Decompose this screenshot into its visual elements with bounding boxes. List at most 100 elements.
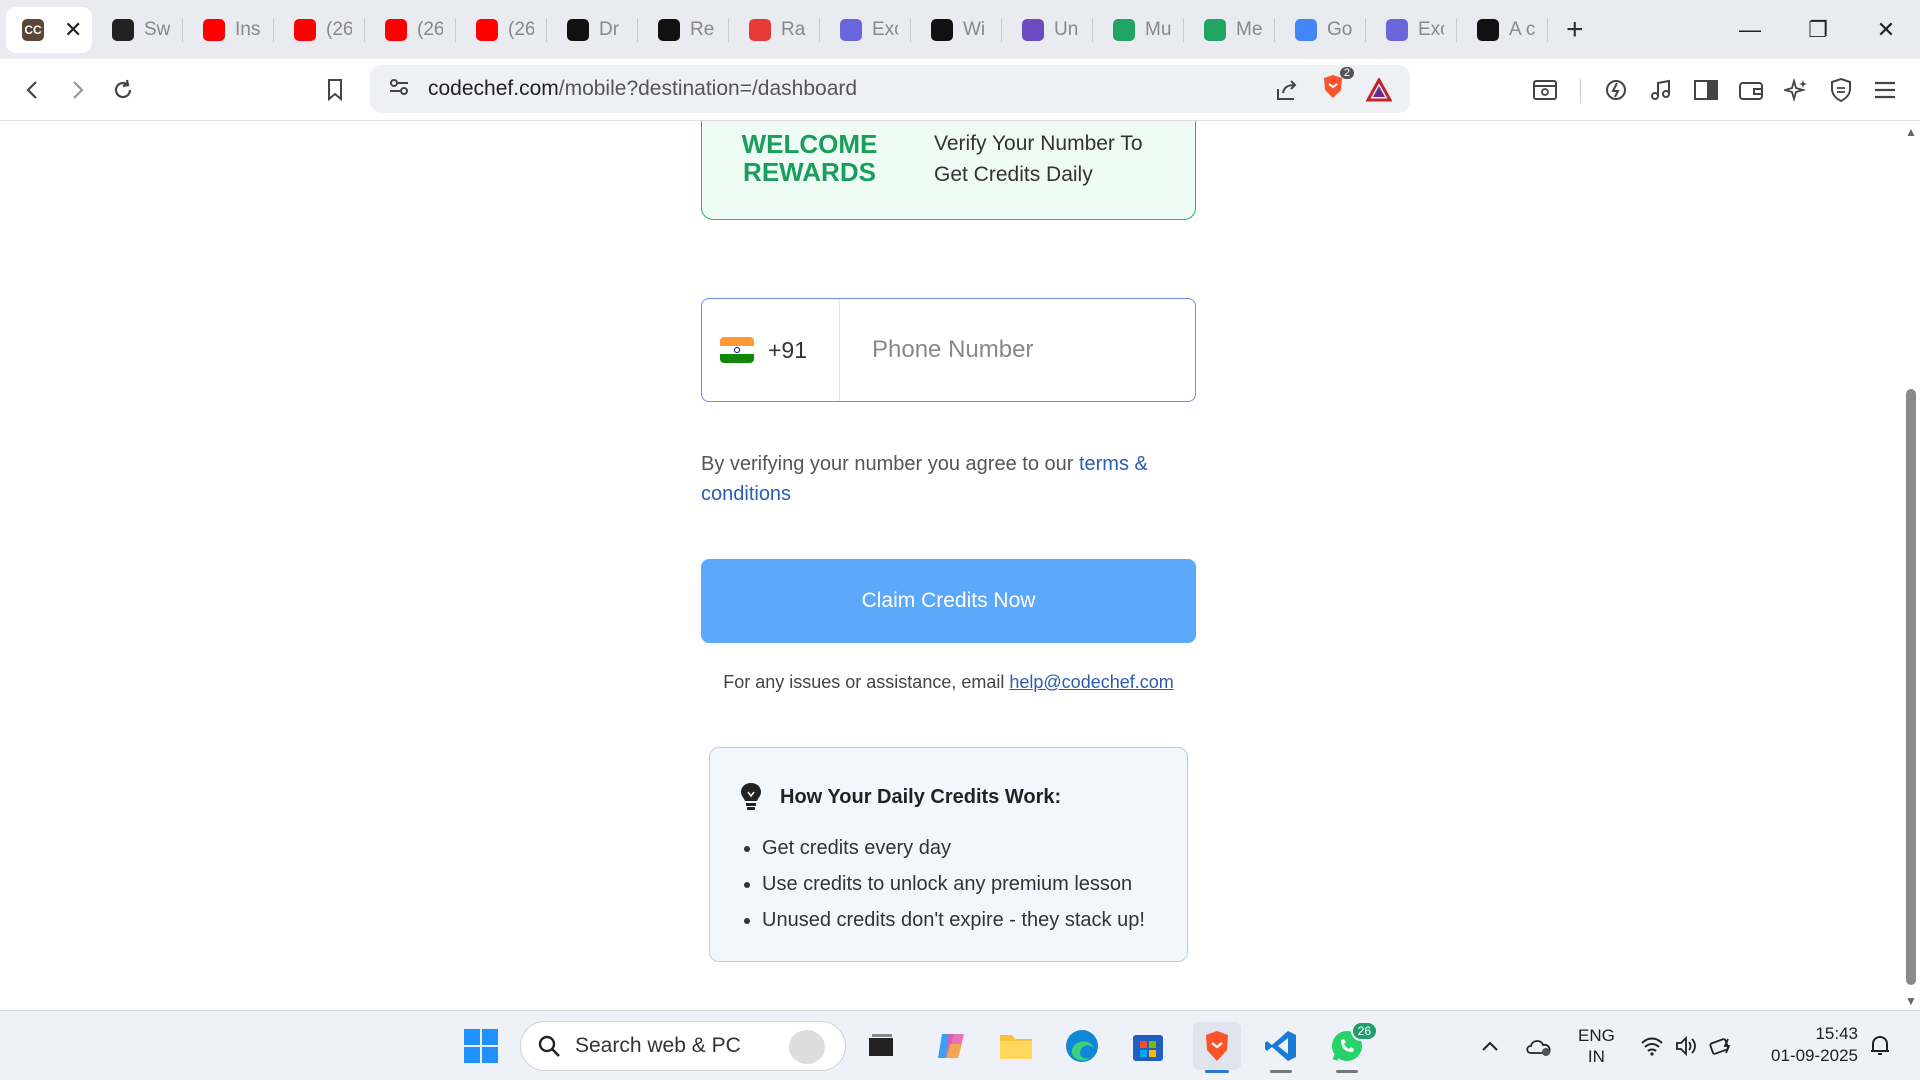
- page-viewport: WELCOME REWARDS Verify Your Number To Ge…: [0, 121, 1902, 1010]
- reader-mode-button[interactable]: [1526, 71, 1564, 109]
- browser-tab[interactable]: A c: [1457, 7, 1547, 53]
- browser-tab[interactable]: Exc: [820, 7, 910, 53]
- minimize-button[interactable]: —: [1716, 0, 1784, 59]
- rewards-description: Verify Your Number To Get Credits Daily: [934, 132, 1143, 186]
- brave-taskbar-button[interactable]: [1193, 1022, 1241, 1073]
- address-bar[interactable]: codechef.com/mobile?destination=/dashboa…: [370, 65, 1410, 113]
- google-icon: [1295, 18, 1317, 41]
- close-window-button[interactable]: ✕: [1852, 0, 1920, 59]
- reader-icon: [1533, 80, 1557, 100]
- scrollbar-thumb[interactable]: [1906, 389, 1916, 985]
- bookmark-icon: [328, 79, 342, 102]
- tab-title: Un: [1054, 18, 1079, 40]
- browser-tab[interactable]: Mu: [1093, 7, 1183, 53]
- tab-separator: [1547, 17, 1548, 42]
- leo-button[interactable]: [1597, 71, 1635, 109]
- show-hidden-icons-button[interactable]: [1480, 1011, 1500, 1080]
- task-view-button[interactable]: [860, 1025, 902, 1067]
- address-bar-actions: 2: [1274, 67, 1392, 106]
- menu-button[interactable]: [1866, 71, 1904, 109]
- wallet-button[interactable]: [1732, 71, 1770, 109]
- browser-tab[interactable]: Dr: [547, 7, 637, 53]
- sheets-icon: [1113, 18, 1135, 41]
- tab-title: Wi: [963, 18, 986, 40]
- clock-time: 15:43: [1815, 1024, 1858, 1043]
- url-domain: codechef.com: [428, 77, 559, 100]
- tab-title: Ra: [781, 18, 806, 40]
- help-email-link[interactable]: help@codechef.com: [1009, 672, 1173, 692]
- share-icon[interactable]: [1274, 77, 1300, 103]
- vscode-icon: [1265, 1031, 1296, 1061]
- vscode-button[interactable]: [1260, 1025, 1302, 1073]
- forward-button[interactable]: [58, 71, 96, 109]
- clock-date: 01-09-2025: [1771, 1046, 1858, 1065]
- site-info-icon[interactable]: [388, 77, 414, 102]
- india-flag-icon: [720, 337, 754, 363]
- browser-tab[interactable]: (26: [456, 7, 546, 53]
- store-button[interactable]: [1127, 1025, 1169, 1067]
- language-indicator[interactable]: ENG IN: [1578, 1011, 1615, 1080]
- browser-tab[interactable]: (26: [274, 7, 364, 53]
- youtube-icon: [476, 18, 498, 41]
- back-button[interactable]: [14, 71, 52, 109]
- browser-tab[interactable]: Re: [638, 7, 728, 53]
- copilot-icon: [938, 1034, 964, 1058]
- excalidraw-icon: [1386, 18, 1408, 41]
- rewards-title: WELCOME REWARDS: [741, 129, 878, 187]
- browser-tab[interactable]: (26: [365, 7, 455, 53]
- app-icon: [1477, 18, 1499, 41]
- tab-title: Dr: [599, 18, 620, 40]
- browser-tab[interactable]: Wi: [911, 7, 1001, 53]
- browser-tab[interactable]: Ins: [183, 7, 273, 53]
- whatsapp-button[interactable]: 26: [1326, 1021, 1378, 1073]
- new-tab-button[interactable]: +: [1566, 13, 1584, 47]
- music-note-icon: [1651, 79, 1670, 100]
- claim-credits-button[interactable]: Claim Credits Now: [701, 559, 1196, 643]
- info-header: How Your Daily Credits Work:: [740, 782, 1061, 812]
- speedreader-icon: [1606, 80, 1626, 100]
- file-explorer-button[interactable]: [995, 1025, 1037, 1067]
- help-text: For any issues or assistance, email help…: [701, 672, 1196, 693]
- tab-title: Sw: [144, 18, 170, 40]
- scroll-down-arrow-icon[interactable]: ▼: [1905, 994, 1917, 1008]
- leo-ai-button[interactable]: [1777, 71, 1815, 109]
- brave-icon: [1206, 1031, 1228, 1061]
- notifications-button[interactable]: [1868, 1011, 1892, 1080]
- info-title: How Your Daily Credits Work:: [780, 785, 1062, 808]
- brave-rewards-icon[interactable]: [1366, 77, 1392, 102]
- scroll-up-arrow-icon[interactable]: ▲: [1905, 125, 1917, 139]
- onedrive-tray[interactable]: [1524, 1011, 1554, 1080]
- youtube-icon: [294, 18, 316, 41]
- page-scrollbar[interactable]: ▲ ▼: [1902, 121, 1920, 1010]
- browser-tab[interactable]: Exc: [1366, 7, 1456, 53]
- restore-button[interactable]: ❐: [1784, 0, 1852, 59]
- country-code-selector[interactable]: +91: [702, 299, 840, 401]
- copilot-button[interactable]: [930, 1025, 972, 1067]
- sidebar-icon: [1694, 80, 1718, 100]
- system-clock[interactable]: 15:43 01-09-2025: [1771, 1023, 1858, 1067]
- bookmark-button[interactable]: [316, 71, 354, 109]
- edge-button[interactable]: [1061, 1025, 1103, 1067]
- quick-settings[interactable]: [1640, 1011, 1734, 1080]
- browser-tab[interactable]: Sw: [92, 7, 182, 53]
- browser-tab[interactable]: Ra: [729, 7, 819, 53]
- start-button[interactable]: [460, 1025, 502, 1067]
- window-controls: — ❐ ✕: [1716, 0, 1920, 59]
- url-text[interactable]: codechef.com/mobile?destination=/dashboa…: [428, 77, 857, 101]
- reload-button[interactable]: [104, 71, 142, 109]
- browser-tab[interactable]: Go: [1275, 7, 1365, 53]
- hamburger-menu-icon: [1875, 81, 1895, 99]
- phone-number-input[interactable]: [840, 299, 1195, 401]
- close-tab-icon[interactable]: ✕: [64, 17, 82, 43]
- browser-tab[interactable]: Me: [1184, 7, 1274, 53]
- tab-title: (26: [417, 18, 443, 40]
- browser-tab[interactable]: Un: [1002, 7, 1092, 53]
- sidebar-button[interactable]: [1687, 71, 1725, 109]
- browser-tab[interactable]: CC ✕: [6, 6, 92, 53]
- wallet-icon: [1739, 82, 1763, 100]
- brave-shields-button[interactable]: 2: [1320, 67, 1354, 106]
- daily-credits-info-card: How Your Daily Credits Work: Get credits…: [709, 747, 1188, 962]
- vpn-button[interactable]: [1822, 71, 1860, 109]
- taskbar-search[interactable]: Search web & PC: [520, 1021, 846, 1071]
- media-button[interactable]: [1642, 71, 1680, 109]
